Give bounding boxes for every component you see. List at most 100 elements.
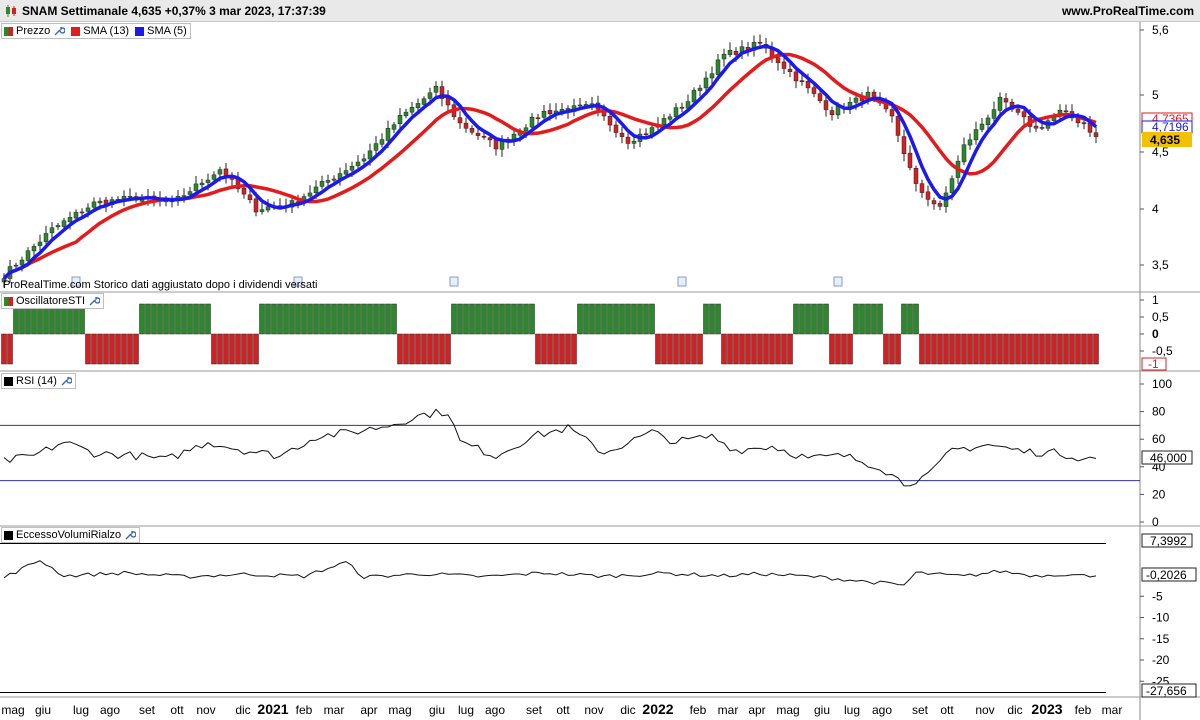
oscillator-bar [727, 333, 733, 365]
candle [691, 90, 697, 103]
candle [43, 233, 49, 242]
candle [1021, 111, 1027, 118]
oscillator-bar [847, 333, 853, 365]
candle [391, 124, 397, 130]
oscillator-bar [505, 303, 511, 335]
candle [895, 116, 901, 136]
oscillator-bar [619, 303, 625, 335]
x-axis-label: giu [429, 703, 445, 717]
oscillator-bar [331, 303, 337, 335]
wrench-icon[interactable] [124, 529, 137, 541]
oscillator-bar [751, 333, 757, 365]
oscillator-bar [943, 333, 949, 365]
candle [529, 117, 535, 128]
oscillator-bar [301, 303, 307, 335]
wrench-icon[interactable] [88, 295, 101, 307]
oscillator-bar [355, 303, 361, 335]
oscillator-bar [367, 303, 373, 335]
oscillator-bar [1021, 333, 1027, 365]
oscillator-bar [889, 333, 895, 365]
oscillator-legend: OscillatoreSTI [1, 293, 105, 309]
oscillator-bar [7, 333, 13, 365]
oscillator-bar [235, 333, 241, 365]
oscillator-bar [1033, 333, 1039, 365]
candle [979, 123, 985, 130]
oscillator-bar [211, 333, 217, 365]
oscillator-bar [697, 333, 703, 365]
oscillator-bar [829, 333, 835, 365]
candle [661, 118, 667, 126]
oscillator-bar [631, 303, 637, 335]
oscillator-bar [553, 333, 559, 365]
volume-lower-badge-label: -27,656 [1146, 684, 1187, 698]
oscillator-bar [469, 303, 475, 335]
price-tick-label: 4,5 [1152, 145, 1169, 159]
volume-line [3, 560, 1097, 586]
oscillator-bar [265, 303, 271, 335]
oscillator-bar [1069, 333, 1075, 365]
candle [853, 97, 859, 103]
oscillator-bar [463, 303, 469, 335]
candle [625, 136, 631, 144]
candle [385, 128, 391, 141]
candle [475, 132, 481, 136]
oscillator-bar [775, 333, 781, 365]
oscillator-bar [901, 303, 907, 335]
rsi-legend: RSI (14) [1, 373, 76, 389]
candle [973, 129, 979, 141]
oscillator-bar [319, 303, 325, 335]
price-legend-label: Prezzo [16, 25, 51, 37]
oscillator-bar [733, 333, 739, 365]
oscillator-bar [565, 333, 571, 365]
sma5-legend-label: SMA (5) [147, 25, 187, 37]
x-axis-label: mag [776, 703, 799, 717]
candle [607, 116, 613, 126]
oscillator-bar [685, 333, 691, 365]
wrench-icon[interactable] [53, 25, 66, 37]
oscillator-bar [181, 303, 187, 335]
oscillator-bar [403, 333, 409, 365]
oscillator-bar [421, 333, 427, 365]
candle [217, 169, 223, 175]
x-axis-label: feb [1075, 703, 1092, 717]
oscillator-bar [529, 303, 535, 335]
candle [967, 139, 973, 146]
candle [469, 128, 475, 133]
candle [901, 136, 907, 154]
candle [811, 87, 817, 94]
x-axis-label: 2023 [1031, 701, 1062, 717]
oscillator-bar [793, 303, 799, 335]
chart-area[interactable]: 5,654,543,54,73654,71964,63510,50-0,5-11… [0, 22, 1200, 720]
candle [1081, 122, 1087, 125]
oscillator-bar [955, 333, 961, 365]
price-legend-swatch [4, 26, 13, 36]
oscillator-bar [223, 333, 229, 365]
candle [349, 165, 355, 171]
oscillator-bar [853, 303, 859, 335]
oscillator-legend-swatch [4, 296, 13, 306]
candle [823, 100, 829, 110]
candle [757, 41, 763, 44]
candle [421, 98, 427, 105]
oscillator-badge-label: -1 [1148, 357, 1159, 371]
candle [1039, 127, 1045, 129]
oscillator-bar [139, 303, 145, 335]
oscillator-bar [391, 303, 397, 335]
oscillator-bar [883, 333, 889, 365]
candle [541, 110, 547, 118]
candle [619, 132, 625, 137]
candle [961, 144, 967, 163]
candle [127, 196, 133, 198]
oscillator-bar [241, 333, 247, 365]
oscillator-bar [457, 303, 463, 335]
oscillator-bar [865, 303, 871, 335]
wrench-icon[interactable] [60, 375, 72, 387]
candle [25, 250, 31, 261]
oscillator-bar [1051, 333, 1057, 365]
oscillator-bar [709, 303, 715, 335]
candle [199, 182, 205, 186]
candle [313, 186, 319, 194]
candle [211, 174, 217, 180]
oscillator-bar [1087, 333, 1093, 365]
rsi-tick-label: 100 [1152, 377, 1172, 391]
